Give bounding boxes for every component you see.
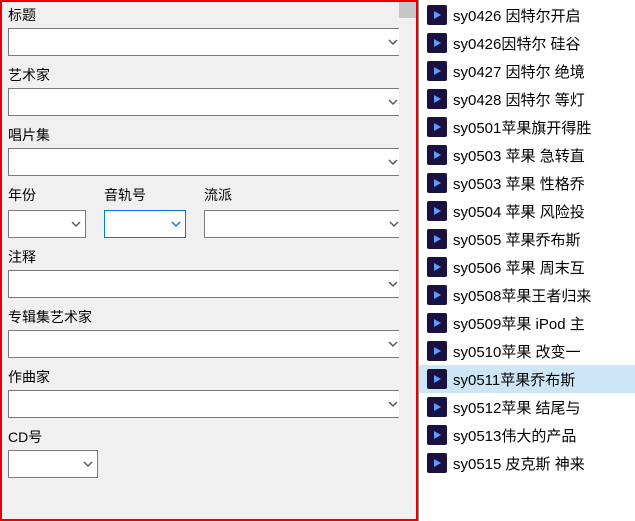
media-file-icon bbox=[427, 313, 447, 333]
file-name: sy0513伟大的产品 bbox=[453, 425, 576, 446]
app-container: 标题 艺术家 唱片集 bbox=[0, 0, 635, 521]
list-item[interactable]: sy0515 皮克斯 神来 bbox=[419, 449, 635, 477]
file-name: sy0501苹果旗开得胜 bbox=[453, 117, 591, 138]
media-file-icon bbox=[427, 369, 447, 389]
artist-field-group: 艺术家 bbox=[8, 66, 404, 116]
composer-field-group: 作曲家 bbox=[8, 368, 404, 418]
list-item[interactable]: sy0508苹果王者归来 bbox=[419, 281, 635, 309]
list-item[interactable]: sy0509苹果 iPod 主 bbox=[419, 309, 635, 337]
cd-no-combo[interactable] bbox=[8, 450, 98, 478]
track-field-group: 音轨号 bbox=[104, 186, 186, 238]
file-name: sy0510苹果 改变一 bbox=[453, 341, 581, 362]
media-file-icon bbox=[427, 285, 447, 305]
file-name: sy0427 因特尔 绝境 bbox=[453, 61, 585, 82]
file-name: sy0504 苹果 风险投 bbox=[453, 201, 585, 222]
genre-combo[interactable] bbox=[204, 210, 404, 238]
year-label: 年份 bbox=[8, 186, 86, 204]
list-item[interactable]: sy0426因特尔 硅谷 bbox=[419, 29, 635, 57]
title-field-group: 标题 bbox=[8, 6, 404, 56]
media-file-icon bbox=[427, 257, 447, 277]
genre-field-group: 流派 bbox=[204, 186, 404, 238]
file-name: sy0506 苹果 周末互 bbox=[453, 257, 585, 278]
media-file-icon bbox=[427, 117, 447, 137]
track-label: 音轨号 bbox=[104, 186, 186, 204]
form-inner: 标题 艺术家 唱片集 bbox=[2, 2, 416, 519]
artist-combo[interactable] bbox=[8, 88, 404, 116]
list-item[interactable]: sy0503 苹果 急转直 bbox=[419, 141, 635, 169]
file-name: sy0512苹果 结尾与 bbox=[453, 397, 581, 418]
list-item[interactable]: sy0506 苹果 周末互 bbox=[419, 253, 635, 281]
genre-label: 流派 bbox=[204, 186, 404, 204]
file-name: sy0505 苹果乔布斯 bbox=[453, 229, 581, 250]
year-track-genre-row: 年份 音轨号 流派 bbox=[8, 186, 404, 238]
chevron-down-icon bbox=[387, 36, 399, 48]
metadata-form-panel: 标题 艺术家 唱片集 bbox=[0, 0, 418, 521]
file-name: sy0503 苹果 性格乔 bbox=[453, 173, 585, 194]
chevron-down-icon bbox=[82, 458, 94, 470]
cd-no-label: CD号 bbox=[8, 428, 404, 446]
cd-no-field-group: CD号 bbox=[8, 428, 404, 478]
list-item[interactable]: sy0427 因特尔 绝境 bbox=[419, 57, 635, 85]
file-name: sy0515 皮克斯 神来 bbox=[453, 453, 585, 474]
chevron-down-icon bbox=[70, 218, 82, 230]
media-file-icon bbox=[427, 201, 447, 221]
file-name: sy0428 因特尔 等灯 bbox=[453, 89, 585, 110]
file-name: sy0426 因特尔开启 bbox=[453, 5, 581, 26]
composer-label: 作曲家 bbox=[8, 368, 404, 386]
media-file-icon bbox=[427, 425, 447, 445]
chevron-down-icon bbox=[387, 96, 399, 108]
media-file-icon bbox=[427, 61, 447, 81]
file-name: sy0511苹果乔布斯 bbox=[453, 369, 575, 390]
chevron-down-icon bbox=[387, 398, 399, 410]
artist-label: 艺术家 bbox=[8, 66, 404, 84]
media-file-icon bbox=[427, 229, 447, 249]
list-item[interactable]: sy0501苹果旗开得胜 bbox=[419, 113, 635, 141]
file-name: sy0508苹果王者归来 bbox=[453, 285, 591, 306]
media-file-icon bbox=[427, 33, 447, 53]
chevron-down-icon bbox=[387, 156, 399, 168]
album-combo[interactable] bbox=[8, 148, 404, 176]
list-item[interactable]: sy0503 苹果 性格乔 bbox=[419, 169, 635, 197]
media-file-icon bbox=[427, 397, 447, 417]
scrollbar-thumb[interactable] bbox=[399, 2, 416, 18]
file-name: sy0509苹果 iPod 主 bbox=[453, 313, 585, 334]
list-item[interactable]: sy0505 苹果乔布斯 bbox=[419, 225, 635, 253]
title-label: 标题 bbox=[8, 6, 404, 24]
media-file-icon bbox=[427, 145, 447, 165]
chevron-down-icon bbox=[170, 218, 182, 230]
year-combo[interactable] bbox=[8, 210, 86, 238]
file-list-panel: sy0426 因特尔开启 sy0426因特尔 硅谷 sy0427 因特尔 绝境 sy0… bbox=[418, 0, 635, 521]
file-name: sy0426因特尔 硅谷 bbox=[453, 33, 581, 54]
title-combo[interactable] bbox=[8, 28, 404, 56]
chevron-down-icon bbox=[387, 278, 399, 290]
list-item[interactable]: sy0426 因特尔开启 bbox=[419, 1, 635, 29]
comment-combo[interactable] bbox=[8, 270, 404, 298]
form-scrollbar[interactable] bbox=[399, 2, 416, 519]
album-artist-label: 专辑集艺术家 bbox=[8, 308, 404, 326]
media-file-icon bbox=[427, 173, 447, 193]
comment-field-group: 注释 bbox=[8, 248, 404, 298]
file-list: sy0426 因特尔开启 sy0426因特尔 硅谷 sy0427 因特尔 绝境 sy0… bbox=[419, 0, 635, 478]
album-field-group: 唱片集 bbox=[8, 126, 404, 176]
file-name: sy0503 苹果 急转直 bbox=[453, 145, 585, 166]
list-item[interactable]: sy0504 苹果 风险投 bbox=[419, 197, 635, 225]
composer-combo[interactable] bbox=[8, 390, 404, 418]
list-item[interactable]: sy0428 因特尔 等灯 bbox=[419, 85, 635, 113]
list-item[interactable]: sy0510苹果 改变一 bbox=[419, 337, 635, 365]
comment-label: 注释 bbox=[8, 248, 404, 266]
track-combo[interactable] bbox=[104, 210, 186, 238]
media-file-icon bbox=[427, 5, 447, 25]
media-file-icon bbox=[427, 89, 447, 109]
list-item[interactable]: sy0513伟大的产品 bbox=[419, 421, 635, 449]
album-artist-field-group: 专辑集艺术家 bbox=[8, 308, 404, 358]
media-file-icon bbox=[427, 453, 447, 473]
year-field-group: 年份 bbox=[8, 186, 86, 238]
list-item[interactable]: sy0512苹果 结尾与 bbox=[419, 393, 635, 421]
chevron-down-icon bbox=[387, 338, 399, 350]
album-artist-combo[interactable] bbox=[8, 330, 404, 358]
media-file-icon bbox=[427, 341, 447, 361]
list-item[interactable]: sy0511苹果乔布斯 bbox=[419, 365, 635, 393]
album-label: 唱片集 bbox=[8, 126, 404, 144]
